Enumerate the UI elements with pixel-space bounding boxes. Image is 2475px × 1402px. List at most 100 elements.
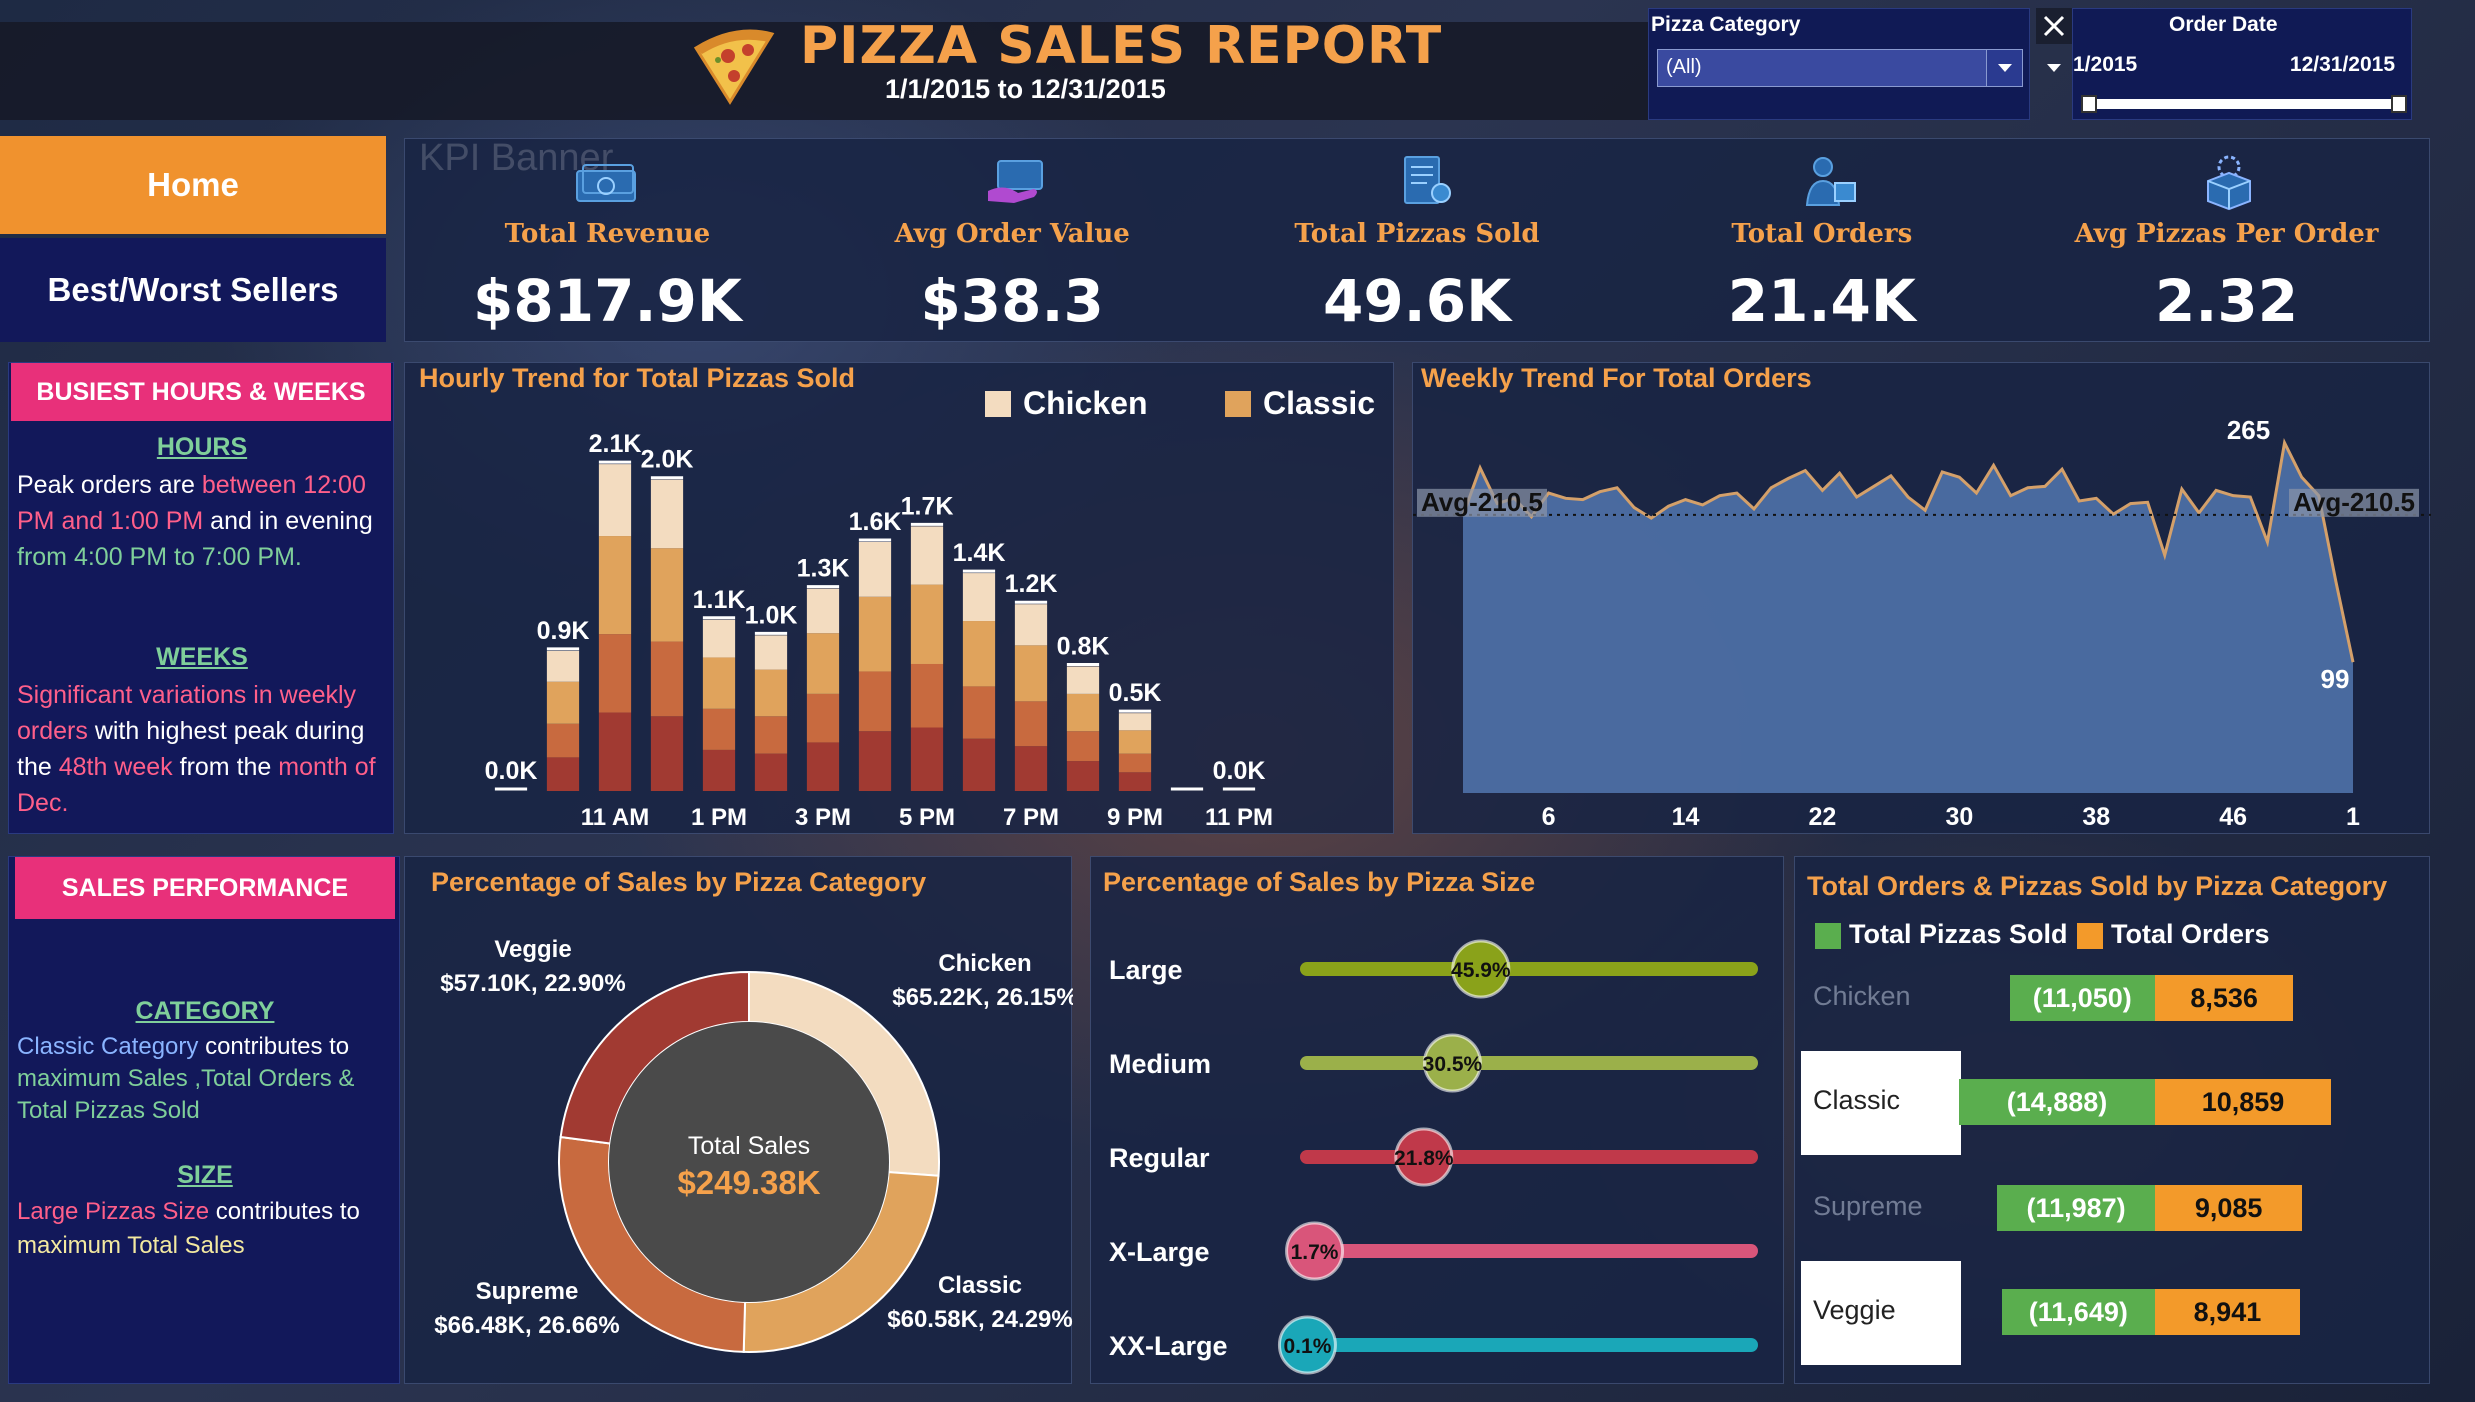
- kpi-card-total-pizzas-sold: Total Pizzas Sold 49.6K: [1215, 139, 1620, 341]
- x-tick-label: 6: [1542, 803, 1556, 831]
- bar-segment[interactable]: [650, 479, 684, 549]
- bar-segment[interactable]: [1118, 753, 1152, 773]
- size-category-label: XX-Large: [1109, 1331, 1228, 1361]
- bar-segment[interactable]: [754, 753, 788, 791]
- bar-segment[interactable]: [546, 681, 580, 724]
- bar-segment[interactable]: [1014, 604, 1048, 646]
- date-range-slider[interactable]: [2085, 99, 2403, 109]
- avg-label: Avg-210.5: [2293, 487, 2415, 517]
- bar-segment[interactable]: [910, 526, 944, 585]
- bar-segment[interactable]: [962, 573, 996, 622]
- bar-value-label: 1.4K: [953, 539, 1006, 567]
- category-label[interactable]: Supreme: [1813, 1191, 1923, 1222]
- bar-segment[interactable]: [650, 641, 684, 717]
- bar-segment[interactable]: [1118, 730, 1152, 754]
- sales-performance-tab: SALES PERFORMANCE: [15, 857, 395, 919]
- orders-bar[interactable]: 9,085: [2155, 1185, 2303, 1231]
- bar-segment[interactable]: [1066, 761, 1100, 791]
- close-icon[interactable]: [2036, 8, 2072, 44]
- bar-segment[interactable]: [546, 723, 580, 758]
- bar-segment[interactable]: [1118, 772, 1152, 791]
- bar-segment[interactable]: [962, 738, 996, 791]
- bar-segment[interactable]: [806, 742, 840, 791]
- bar-segment[interactable]: [754, 635, 788, 670]
- size-category-label: X-Large: [1109, 1237, 1210, 1267]
- best-worst-sellers-button[interactable]: Best/Worst Sellers: [0, 238, 386, 342]
- bar-value-label: 1.7K: [901, 492, 954, 520]
- bar-segment[interactable]: [858, 596, 892, 672]
- bar-segment[interactable]: [858, 541, 892, 597]
- bar-segment[interactable]: [1066, 666, 1100, 694]
- kpi-label: Total Pizzas Sold: [1294, 219, 1540, 249]
- orders-bar[interactable]: 10,859: [2155, 1079, 2331, 1125]
- bar-value-label: 0.5K: [1109, 679, 1162, 707]
- bar-segment[interactable]: [598, 464, 632, 537]
- orders-bar[interactable]: 8,941: [2155, 1289, 2300, 1335]
- bar-segment[interactable]: [650, 716, 684, 791]
- order-date-start[interactable]: 1/2015: [2073, 53, 2137, 77]
- bar-segment[interactable]: [962, 621, 996, 687]
- bar-segment[interactable]: [598, 634, 632, 713]
- size-category-label: Medium: [1109, 1049, 1211, 1079]
- bar-segment[interactable]: [806, 693, 840, 743]
- orders-bar[interactable]: 8,536: [2155, 975, 2294, 1021]
- bar-segment[interactable]: [702, 749, 736, 791]
- bar-segment[interactable]: [702, 619, 736, 658]
- bar-segment[interactable]: [754, 669, 788, 717]
- bar-segment[interactable]: [910, 584, 944, 664]
- delivery-person-icon: [1806, 157, 1857, 206]
- bar-segment[interactable]: [806, 588, 840, 634]
- filter-label: Pizza Category: [1651, 13, 1801, 36]
- bar-segment[interactable]: [702, 657, 736, 709]
- busiest-tab: BUSIEST HOURS & WEEKS: [11, 363, 391, 421]
- bar-segment[interactable]: [598, 712, 632, 791]
- chevron-down-icon[interactable]: [1986, 50, 2022, 86]
- bar-segment[interactable]: [858, 731, 892, 791]
- bar-segment[interactable]: [1066, 693, 1100, 732]
- bar-segment[interactable]: [910, 727, 944, 791]
- category-label[interactable]: Veggie: [1813, 1295, 1896, 1326]
- bar-segment[interactable]: [858, 671, 892, 732]
- bar-segment[interactable]: [546, 650, 580, 682]
- bar-value-label: 1.1K: [693, 586, 746, 614]
- bar-segment[interactable]: [598, 536, 632, 635]
- bar-segment[interactable]: [806, 633, 840, 694]
- bar-segment[interactable]: [1118, 713, 1152, 731]
- kpi-value: $38.3: [920, 267, 1104, 335]
- pizzas-sold-bar[interactable]: (11,050): [2009, 975, 2155, 1021]
- kpi-card-total-revenue: Total Revenue $817.9K: [405, 139, 810, 341]
- size-value-label: 21.8%: [1394, 1147, 1454, 1170]
- bar-segment[interactable]: [1066, 731, 1100, 762]
- weeks-heading: WEEKS: [156, 643, 248, 671]
- size-category-label: Regular: [1109, 1143, 1210, 1173]
- bar-segment[interactable]: [650, 548, 684, 642]
- insight-text: from the: [172, 753, 279, 781]
- pizzas-sold-bar[interactable]: (14,888): [1959, 1079, 2155, 1125]
- category-label[interactable]: Chicken: [1813, 981, 1911, 1012]
- pizzas-sold-bar[interactable]: (11,649): [2001, 1289, 2155, 1335]
- order-date-end[interactable]: 12/31/2015: [2290, 53, 2395, 77]
- bar-segment[interactable]: [546, 757, 580, 791]
- bar-segment[interactable]: [702, 708, 736, 750]
- home-button[interactable]: Home: [0, 136, 386, 234]
- slice-value-label: $65.22K, 26.15%: [892, 984, 1073, 1011]
- weekly-trend-chart: Avg-210.5 Avg-210.5 265 99 6 14 22 30 38 46 1: [1413, 415, 2431, 831]
- size-sales-chart: Large 45.9% Medium 30.5% Regular 21.8% X-Large…: [1109, 939, 1758, 1375]
- bar-segment[interactable]: [1014, 746, 1048, 791]
- pizzas-sold-bar[interactable]: (11,987): [1997, 1185, 2155, 1231]
- x-tick-label: 11 PM: [1205, 804, 1273, 831]
- dropdown-arrow-icon[interactable]: [2036, 50, 2072, 86]
- size-heading: SIZE: [177, 1161, 233, 1189]
- slider-handle-end[interactable]: [2391, 95, 2407, 113]
- category-sales-panel: Percentage of Sales by Pizza Category To…: [404, 856, 1073, 1384]
- category-label[interactable]: Classic: [1813, 1085, 1900, 1116]
- bar-segment[interactable]: [962, 686, 996, 739]
- x-tick-label: 7 PM: [1003, 804, 1059, 831]
- x-tick-label: 5 PM: [899, 804, 955, 831]
- bar-segment[interactable]: [754, 716, 788, 754]
- slider-handle-start[interactable]: [2081, 95, 2097, 113]
- bar-segment[interactable]: [1014, 645, 1048, 702]
- bar-segment[interactable]: [910, 663, 944, 728]
- category-select[interactable]: (All): [1657, 49, 2023, 87]
- bar-segment[interactable]: [1014, 701, 1048, 747]
